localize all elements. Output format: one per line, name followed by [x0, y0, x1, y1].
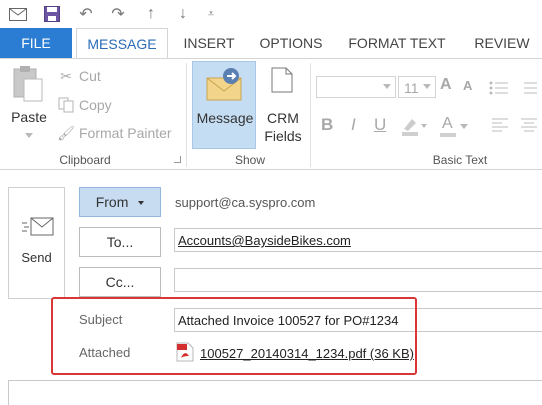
copy-button[interactable]: Copy	[57, 94, 112, 116]
undo-icon[interactable]: ↶	[76, 4, 96, 24]
scissors-icon: ✂	[60, 67, 72, 84]
cc-field[interactable]	[174, 268, 542, 292]
message-button[interactable]: Message	[192, 61, 256, 149]
quick-access-toolbar: ↶ ↷ ↑ ↓ ⩡	[0, 0, 542, 28]
send-envelope-icon	[21, 214, 55, 245]
up-arrow-icon[interactable]: ↑	[141, 4, 161, 24]
tab-file[interactable]: FILE	[0, 28, 72, 59]
clipboard-launcher-icon[interactable]	[174, 156, 181, 163]
chevron-down-icon	[383, 84, 391, 89]
cut-label: Cut	[79, 68, 101, 84]
paste-label: Paste	[11, 109, 47, 125]
ribbon-tabs: FILE MESSAGE INSERT OPTIONS FORMAT TEXT …	[0, 28, 542, 59]
format-painter-button[interactable]: 🖌 Format Painter	[57, 122, 172, 144]
paste-dropdown-icon[interactable]	[25, 133, 33, 138]
message-label: Message	[196, 110, 254, 126]
font-size-combo[interactable]: 11	[398, 76, 436, 98]
clipboard-group-label: Clipboard	[59, 153, 111, 167]
copy-label: Copy	[79, 97, 112, 113]
paste-icon	[12, 65, 44, 108]
group-divider	[186, 63, 187, 167]
from-button[interactable]: From	[79, 187, 161, 217]
document-icon	[271, 67, 293, 98]
tab-insert[interactable]: INSERT	[174, 28, 244, 59]
chevron-down-icon	[423, 84, 431, 89]
email-compose-window: { "tabs": { "file": "FILE", "message": "…	[0, 0, 542, 405]
crm-label-line1: CRM	[267, 110, 299, 126]
align-center-icon[interactable]	[520, 118, 538, 137]
align-left-icon[interactable]	[491, 118, 509, 137]
chevron-down-icon	[138, 201, 145, 206]
cut-button[interactable]: ✂ Cut	[57, 65, 101, 87]
paste-button[interactable]: Paste	[6, 63, 52, 149]
redo-icon[interactable]: ↷	[108, 4, 128, 24]
numbered-list-icon[interactable]	[518, 81, 538, 100]
basic-text-group-label: Basic Text	[432, 153, 488, 167]
send-button[interactable]: Send	[8, 187, 65, 299]
customize-toolbar-icon[interactable]: ⩡	[201, 4, 221, 24]
envelope-with-arrow-icon	[205, 66, 245, 109]
format-painter-label: Format Painter	[79, 125, 172, 141]
highlight-icon[interactable]	[400, 115, 428, 142]
font-size-value: 11	[404, 80, 419, 96]
bullet-list-icon[interactable]	[489, 81, 509, 100]
down-arrow-icon[interactable]: ↓	[173, 4, 193, 24]
to-recipient[interactable]: Accounts@BaysideBikes.com	[178, 233, 351, 248]
group-divider	[310, 63, 311, 167]
highlight-box	[51, 297, 417, 375]
from-label: From	[95, 194, 129, 210]
to-field[interactable]: Accounts@BaysideBikes.com	[174, 228, 542, 252]
show-group-label: Show	[234, 153, 266, 167]
font-color-icon[interactable]: A	[440, 115, 470, 137]
crm-fields-button[interactable]: CRM Fields	[260, 61, 306, 149]
tab-message[interactable]: MESSAGE	[76, 28, 168, 59]
bold-button[interactable]: B	[321, 115, 333, 135]
shrink-font-button[interactable]: A	[463, 78, 472, 93]
outlook-mail-icon[interactable]	[8, 4, 28, 24]
copy-icon	[57, 96, 75, 114]
underline-button[interactable]: U	[374, 115, 386, 135]
grow-font-button[interactable]: A	[440, 76, 452, 94]
save-icon[interactable]	[42, 4, 62, 24]
from-address: support@ca.syspro.com	[175, 195, 316, 210]
font-name-combo[interactable]	[316, 76, 396, 98]
cc-button[interactable]: Cc...	[79, 267, 161, 297]
to-button[interactable]: To...	[79, 227, 161, 257]
crm-fields-label: CRM Fields	[260, 109, 306, 145]
tab-format-text[interactable]: FORMAT TEXT	[340, 28, 454, 59]
italic-button[interactable]: I	[351, 115, 356, 135]
paintbrush-icon: 🖌	[57, 124, 75, 141]
message-body[interactable]	[8, 380, 542, 405]
ribbon: Paste ✂ Cut Copy 🖌 Format Painter Clipbo…	[0, 58, 542, 170]
tab-options[interactable]: OPTIONS	[250, 28, 332, 59]
crm-label-line2: Fields	[264, 128, 302, 144]
send-label: Send	[21, 250, 52, 265]
tab-review[interactable]: REVIEW	[462, 28, 542, 59]
